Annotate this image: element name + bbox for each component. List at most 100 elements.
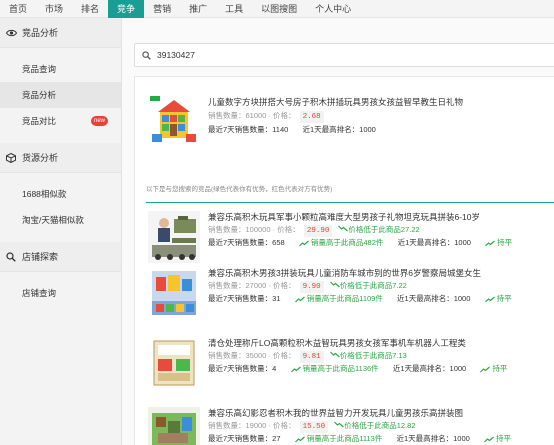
price-label: 价格： [277, 225, 300, 234]
sidebar-item-shop-query[interactable]: 店铺查询 [0, 280, 121, 306]
trend-down-icon [338, 225, 349, 232]
nav-home[interactable]: 首页 [0, 0, 36, 18]
product-stats: 最近7天销售数量：31 销量高于此商品1109件 近1天最高排名：1000 持平 [208, 292, 554, 305]
rank-compare: 持平 [484, 434, 511, 443]
rank-compare: 持平 [484, 294, 512, 303]
trend-icon [480, 366, 491, 372]
sales-compare-text: 销量高于此商品1109件 [306, 294, 383, 303]
sidebar-section-label: 竞品分析 [22, 28, 59, 38]
product-image[interactable] [148, 267, 200, 319]
sales-count: 销售数量：61000 [208, 111, 267, 120]
rank-label: 近1天最高排名：1000 [397, 294, 471, 303]
price-compare-text: 价格低于此商品27.22 [348, 225, 420, 234]
sales-count: 销售数量：100000 [208, 225, 271, 234]
nav-tools[interactable]: 工具 [216, 0, 252, 18]
price-label: 价格： [273, 281, 296, 290]
product-title[interactable]: 兼容乐高幻影忍者积木我的世界益智力开发玩具儿童男孩乐高拼装图 [208, 407, 554, 420]
product-title[interactable]: 兼容乐高积木男孩3拼装玩具儿童消防车城市别的世界6岁警察局城堡女生 [208, 267, 554, 280]
product-info: 清仓处理称斤LO高颗粒积木益智玩具男孩女孩军事机车机器人工程类 销售数量：350… [208, 337, 554, 375]
product-image[interactable] [148, 94, 200, 146]
sales7-label: 最近7天销售数量： [208, 125, 273, 134]
nav-personal-center[interactable]: 个人中心 [306, 0, 360, 18]
results-card: 儿童数字方块拼搭大号房子积木拼插玩具男孩女孩益智早教生日礼物 销售数量：6100… [134, 76, 554, 445]
sales-count: 销售数量：27000 [208, 281, 267, 290]
sales7-value: 658 [272, 238, 285, 247]
search-input[interactable] [157, 50, 537, 60]
sidebar-section-shop[interactable]: 店铺探索 [0, 242, 121, 272]
nav-market[interactable]: 市场 [36, 0, 72, 18]
product-title[interactable]: 儿童数字方块拼搭大号房子积木拼插玩具男孩女孩益智早教生日礼物 [208, 94, 554, 110]
separator: · [272, 225, 276, 234]
sidebar-item-competitor-analysis[interactable]: 竞品分析 [0, 82, 121, 108]
nav-image-search[interactable]: 以图搜图 [252, 0, 306, 18]
new-badge: new [90, 116, 108, 126]
search-icon [5, 242, 17, 272]
sidebar-section-competitor[interactable]: 竞品分析 [0, 18, 121, 48]
product-info: 兼容乐高积木玩具军事小颗粒高难度大型男孩子礼物坦克玩具拼装6-10岁 销售数量：… [208, 211, 554, 249]
product-info: 兼容乐高积木男孩3拼装玩具儿童消防车城市别的世界6岁警察局城堡女生 销售数量：2… [208, 267, 554, 305]
price-label: 价格： [273, 111, 296, 120]
sales-count: 销售数量：19000 [208, 421, 267, 430]
main-product: 儿童数字方块拼搭大号房子积木拼插玩具男孩女孩益智早教生日礼物 销售数量：6100… [148, 94, 554, 154]
price-compare-text: 价格低于此商品12.82 [344, 421, 416, 430]
product-info: 兼容乐高幻影忍者积木我的世界益智力开发玩具儿童男孩乐高拼装图 销售数量：1900… [208, 407, 554, 445]
sales-compare: 销量高于此商品1109件 [294, 294, 383, 303]
separator: · [268, 281, 271, 290]
product-info: 儿童数字方块拼搭大号房子积木拼插玩具男孩女孩益智早教生日礼物 销售数量：6100… [208, 94, 554, 136]
product-stats: 最近7天销售数量：27 销量高于此商品1113件 近1天最高排名：1000 持平 [208, 432, 554, 445]
search-box[interactable] [134, 43, 554, 67]
main-content: 儿童数字方块拼搭大号房子积木拼插玩具男孩女孩益智早教生日礼物 销售数量：6100… [122, 18, 554, 445]
product-meta: 销售数量：100000 · 价格： 29.90 价格低于此商品27.22 [208, 224, 554, 237]
sales-compare: 销量高于此商品1113件 [294, 434, 383, 443]
price-label: 价格： [273, 421, 296, 430]
separator: · [268, 111, 271, 120]
sales-compare-text: 销量高于此商品482件 [310, 238, 384, 247]
sales-compare-text: 销量高于此商品1136件 [302, 364, 379, 373]
nav-ranking[interactable]: 排名 [72, 0, 108, 18]
separator: · [268, 421, 271, 430]
rank-compare: 持平 [480, 364, 507, 373]
sales-compare: 销量高于此商品482件 [298, 238, 384, 247]
product-title[interactable]: 清仓处理称斤LO高颗粒积木益智玩具男孩女孩军事机车机器人工程类 [208, 337, 554, 350]
product-image[interactable] [148, 407, 200, 445]
trend-down-icon [329, 351, 340, 358]
sidebar-section-label: 店铺探索 [22, 252, 59, 262]
trend-icon [484, 436, 494, 442]
sidebar-item-competitor-query[interactable]: 竞品查询 [0, 56, 121, 82]
sales7-label: 最近7天销售数量： [208, 294, 273, 303]
top-nav: 首页 市场 排名 竞争 营销 推广 工具 以图搜图 个人中心 [0, 0, 554, 18]
nav-competition[interactable]: 竞争 [108, 0, 145, 18]
trend-down-icon [334, 421, 345, 428]
rank-label: 近1天最高排名：1000 [397, 238, 471, 247]
product-meta: 销售数量：19000 · 价格： 15.50 价格低于此商品12.82 [208, 420, 554, 433]
sidebar-item-1688-similar[interactable]: 1688相似款 [0, 181, 121, 207]
rank-label: 近1天最高排名：1000 [302, 125, 376, 134]
nav-marketing[interactable]: 营销 [144, 0, 180, 18]
trend-icon [484, 296, 495, 302]
product-stats: 最近7天销售数量：658 销量高于此商品482件 近1天最高排名：1000 持平 [208, 236, 554, 249]
product-image[interactable] [148, 337, 200, 389]
sales-compare-text: 销量高于此商品1113件 [306, 434, 383, 443]
price-label: 价格： [273, 351, 296, 360]
rank-compare-text: 持平 [492, 364, 508, 373]
nav-promotion[interactable]: 推广 [180, 0, 216, 18]
separator: · [268, 351, 271, 360]
sales7-label: 最近7天销售数量： [208, 364, 273, 373]
trend-down-icon [329, 281, 340, 288]
product-meta: 销售数量：61000 · 价格： 2.68 [208, 110, 554, 123]
product-title[interactable]: 兼容乐高积木玩具军事小颗粒高难度大型男孩子礼物坦克玩具拼装6-10岁 [208, 211, 554, 224]
sidebar-section-source[interactable]: 货源分析 [0, 143, 121, 173]
sidebar-item-taobao-similar[interactable]: 淘宝/天猫相似款 [0, 207, 121, 233]
sales7-value: 31 [272, 294, 281, 303]
price-value: 2.68 [299, 111, 324, 123]
product-image[interactable] [148, 211, 200, 263]
competitor-item: 清仓处理称斤LO高颗粒积木益智玩具男孩女孩军事机车机器人工程类 销售数量：350… [148, 337, 554, 397]
rank-label: 近1天最高排名：1000 [396, 434, 470, 443]
competitor-item: 兼容乐高积木玩具军事小颗粒高难度大型男孩子礼物坦克玩具拼装6-10岁 销售数量：… [148, 211, 554, 271]
rank-label: 近1天最高排名：1000 [392, 364, 467, 373]
sales7-value: 4 [272, 364, 277, 373]
sidebar-item-competitor-compare[interactable]: 竞品对比 new [0, 108, 121, 134]
trend-up-icon [294, 296, 305, 302]
competitor-item: 兼容乐高幻影忍者积木我的世界益智力开发玩具儿童男孩乐高拼装图 销售数量：1900… [148, 407, 554, 445]
cube-icon [5, 143, 17, 173]
